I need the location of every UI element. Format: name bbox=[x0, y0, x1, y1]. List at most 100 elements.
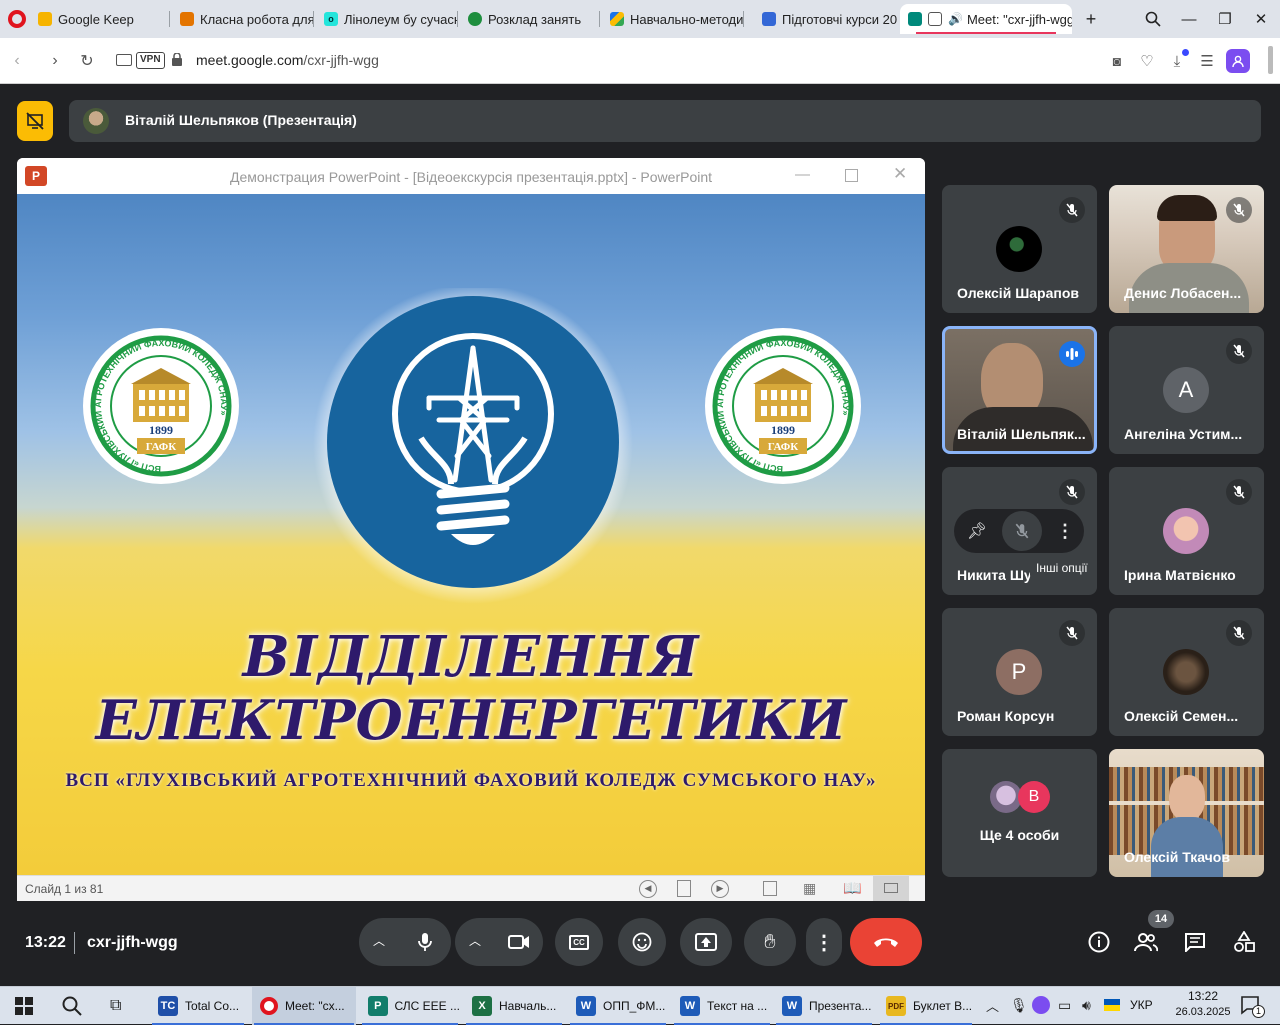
participant-tile-speaking[interactable]: Віталій Шельпяк... bbox=[942, 326, 1097, 454]
more-participants-tile[interactable]: В Ще 4 особи bbox=[942, 749, 1097, 877]
normal-view-icon[interactable] bbox=[763, 881, 777, 896]
tab-label: Підготовчі курси 20: bbox=[782, 11, 898, 27]
tab-classroom[interactable]: Класна робота для к bbox=[172, 4, 314, 34]
back-icon[interactable]: ‹ bbox=[6, 50, 28, 72]
slideshow-view-icon[interactable] bbox=[873, 876, 909, 901]
tab-google-meet[interactable]: 🔊 Meet: "cxr-jjfh-wgg bbox=[900, 4, 1072, 34]
participant-tile[interactable]: Денис Лобасен... bbox=[1109, 185, 1264, 313]
search-tabs-icon[interactable] bbox=[1140, 6, 1166, 32]
profile-icon[interactable] bbox=[1226, 49, 1250, 73]
taskbar-item-word-text[interactable]: W Текст на ... bbox=[672, 987, 772, 1025]
reactions-button[interactable] bbox=[618, 918, 666, 966]
tab-schedule[interactable]: Розклад занять bbox=[460, 4, 600, 34]
participant-tile[interactable]: Олексій Семен... bbox=[1109, 608, 1264, 736]
energy-lightbulb-logo bbox=[313, 288, 633, 604]
show-hidden-icons-chevron[interactable]: ︿ bbox=[986, 996, 999, 1015]
vpn-badge[interactable]: VPN bbox=[136, 52, 165, 69]
camera-button[interactable] bbox=[495, 918, 543, 966]
ppt-close-icon[interactable]: ✕ bbox=[893, 164, 907, 184]
taskbar-item-publisher[interactable]: P СЛС EEE ... bbox=[360, 987, 460, 1025]
volume-tray-icon[interactable]: 🔊︎ bbox=[1082, 997, 1091, 1014]
reload-icon[interactable]: ↻ bbox=[76, 50, 98, 72]
taskbar-item-total-commander[interactable]: TC Total Co... bbox=[150, 987, 246, 1025]
taskbar-item-pdf-booklet[interactable]: PDF Буклет В... bbox=[878, 987, 974, 1025]
mic-off-icon bbox=[1059, 620, 1085, 646]
opera-logo-icon[interactable] bbox=[8, 10, 26, 28]
more-options-icon[interactable]: ⋮ bbox=[1052, 516, 1078, 546]
maximize-icon[interactable]: ❐ bbox=[1212, 6, 1238, 32]
lock-icon[interactable] bbox=[172, 52, 182, 66]
previous-slide-icon[interactable]: ◀ bbox=[639, 880, 657, 898]
participant-video-hair bbox=[1157, 195, 1217, 221]
taskbar-item-word-opp[interactable]: W ОПП_ФМ... bbox=[568, 987, 668, 1025]
tab-google-forms[interactable]: Підготовчі курси 20: bbox=[754, 4, 898, 34]
mute-participant-icon[interactable] bbox=[1002, 511, 1042, 551]
raise-hand-button[interactable]: ✋︎ bbox=[744, 918, 796, 966]
taskbar-label: Текст на ... bbox=[707, 999, 768, 1013]
notes-icon[interactable] bbox=[677, 880, 691, 897]
video-options-chevron-icon[interactable]: ︿ bbox=[469, 932, 481, 949]
tab-olx[interactable]: o Лінолеум бу сучасн bbox=[316, 4, 458, 34]
new-tab-button[interactable]: + bbox=[1078, 6, 1104, 32]
heart-icon[interactable]: ♡ bbox=[1136, 50, 1158, 72]
next-slide-icon[interactable]: ▶ bbox=[711, 880, 729, 898]
ppt-title-bar: P Демонстрация PowerPoint - [Відеоекскур… bbox=[17, 158, 925, 194]
participant-tile[interactable]: А Ангеліна Устим... bbox=[1109, 326, 1264, 454]
easy-setup-icon[interactable]: ☰ bbox=[1196, 50, 1218, 72]
camera-snap-icon[interactable] bbox=[116, 54, 132, 66]
reading-view-icon[interactable]: 📖 bbox=[843, 879, 862, 897]
participant-avatar: В bbox=[1018, 781, 1050, 813]
present-screen-button[interactable] bbox=[680, 918, 732, 966]
microphone-tray-icon[interactable]: 🎙︎ bbox=[1010, 997, 1028, 1014]
slide-sorter-icon[interactable]: ▦ bbox=[803, 880, 816, 897]
snapshot-icon[interactable]: ◙ bbox=[1106, 50, 1128, 72]
sidebar-scrollbar[interactable] bbox=[1268, 46, 1273, 74]
meeting-details-icon[interactable] bbox=[1085, 928, 1113, 956]
windows-start-icon[interactable] bbox=[15, 997, 33, 1020]
display-tray-icon[interactable]: ▭ bbox=[1058, 997, 1071, 1014]
taskbar-item-word-presentation[interactable]: W Презента... bbox=[774, 987, 874, 1025]
ukraine-flag-icon[interactable] bbox=[1104, 999, 1120, 1011]
stop-presentation-button[interactable] bbox=[17, 101, 53, 141]
task-view-icon[interactable]: ⧉ bbox=[110, 997, 121, 1015]
leave-call-button[interactable] bbox=[850, 918, 922, 966]
more-vert-icon: ⋮ bbox=[814, 931, 834, 954]
forward-icon[interactable]: › bbox=[44, 50, 66, 72]
more-options-button[interactable]: ⋮ bbox=[806, 918, 842, 966]
participant-tile[interactable]: Олексій Шарапов bbox=[942, 185, 1097, 313]
ppt-maximize-icon[interactable] bbox=[845, 169, 858, 182]
tab-label: Класна робота для к bbox=[200, 11, 314, 27]
clock[interactable]: 13:22 26.03.2025 bbox=[1168, 989, 1238, 1018]
pin-icon[interactable]: 📌︎ bbox=[962, 516, 992, 546]
language-indicator[interactable]: УКР bbox=[1130, 998, 1153, 1012]
close-window-icon[interactable]: ✕ bbox=[1248, 6, 1274, 32]
people-icon[interactable] bbox=[1132, 928, 1160, 956]
participant-tile[interactable]: Олексій Ткачов bbox=[1109, 749, 1264, 877]
picture-in-picture-icon[interactable] bbox=[928, 12, 942, 26]
audio-options-chevron-icon[interactable]: ︿ bbox=[373, 932, 385, 949]
mic-off-icon bbox=[1059, 197, 1085, 223]
tab-google-keep[interactable]: Google Keep bbox=[30, 4, 170, 34]
windows-taskbar: ⧉ TC Total Co... Meet: "cx... P СЛС EEE ..… bbox=[0, 986, 1280, 1025]
microphone-button[interactable] bbox=[401, 918, 449, 966]
left-college-seal: 1899 ГАФК ВСП «ГЛУХІВСЬКИЙ АГРОТЕХНІЧНИЙ… bbox=[83, 328, 239, 484]
participant-tile[interactable]: Ірина Матвієнко bbox=[1109, 467, 1264, 595]
speaker-icon[interactable]: 🔊 bbox=[948, 12, 963, 26]
participant-avatar: Р bbox=[996, 649, 1042, 695]
captions-button[interactable]: CC bbox=[555, 918, 603, 966]
captions-icon: CC bbox=[569, 934, 589, 950]
ppt-minimize-icon[interactable]: — bbox=[795, 166, 810, 183]
word-icon: W bbox=[782, 996, 802, 1016]
participant-tile[interactable]: Р Роман Корсун bbox=[942, 608, 1097, 736]
mic-off-icon bbox=[1226, 338, 1252, 364]
vpn-tray-icon[interactable] bbox=[1032, 996, 1050, 1014]
minimize-icon[interactable]: — bbox=[1176, 6, 1202, 32]
url-field[interactable]: meet.google.com/cxr-jjfh-wgg bbox=[196, 52, 379, 68]
activities-icon[interactable] bbox=[1230, 928, 1258, 956]
chat-icon[interactable] bbox=[1181, 928, 1209, 956]
google-forms-icon bbox=[762, 12, 776, 26]
search-icon[interactable] bbox=[62, 996, 82, 1021]
taskbar-item-excel[interactable]: X Навчаль... bbox=[464, 987, 564, 1025]
taskbar-item-opera-meet[interactable]: Meet: "cx... bbox=[252, 987, 356, 1025]
tab-google-drive[interactable]: Навчально-методич bbox=[602, 4, 744, 34]
